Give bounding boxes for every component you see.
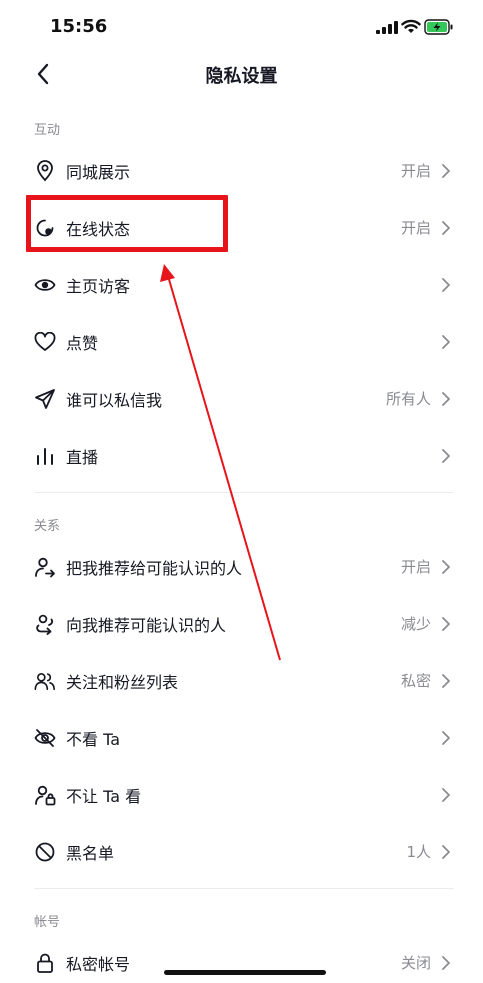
row-value: 开启	[400, 219, 431, 237]
section-header-account: 帐号	[34, 915, 61, 930]
navigation-bar: 隐私设置	[0, 56, 483, 92]
user-share-icon	[34, 556, 56, 578]
chevron-right-icon	[441, 220, 453, 236]
row-label: 同城展示	[66, 162, 131, 182]
home-indicator[interactable]	[164, 970, 326, 975]
setting-row-live[interactable]: 直播	[0, 427, 483, 484]
chevron-right-icon	[441, 955, 453, 971]
setting-row-likes[interactable]: 点赞	[0, 313, 483, 370]
setting-row-blacklist[interactable]: 黑名单 1人	[0, 823, 483, 880]
row-label: 谁可以私信我	[66, 390, 163, 410]
setting-row-same-city[interactable]: 同城展示 开启	[0, 142, 483, 199]
section-divider	[34, 888, 454, 889]
paper-plane-icon	[34, 388, 56, 410]
eye-off-icon	[34, 727, 56, 749]
chevron-right-icon	[441, 277, 453, 293]
chevron-right-icon	[441, 448, 453, 464]
setting-row-homepage-visitors[interactable]: 主页访客	[0, 256, 483, 313]
row-label: 不看 Ta	[66, 729, 121, 749]
row-value: 1人	[406, 843, 431, 861]
privacy-settings-screen: 15:56 隐私设置 互动 同城展示 开启 在线状态 开启 主页访客 点赞 谁可…	[0, 0, 483, 983]
battery-charging-icon	[424, 19, 453, 35]
row-label: 主页访客	[66, 276, 131, 296]
row-label: 私密帐号	[66, 954, 131, 974]
setting-row-who-can-message[interactable]: 谁可以私信我 所有人	[0, 370, 483, 427]
page-title: 隐私设置	[205, 66, 278, 87]
section-divider	[34, 492, 454, 493]
recommend-loop-icon	[34, 613, 56, 635]
row-value: 所有人	[385, 390, 431, 408]
cellular-signal-icon	[376, 21, 398, 34]
row-label: 黑名单	[66, 843, 115, 863]
chevron-right-icon	[441, 673, 453, 689]
annotation-highlight-box	[26, 195, 228, 252]
row-value: 私密	[400, 672, 431, 690]
followers-icon	[34, 670, 56, 692]
row-value: 开启	[400, 162, 431, 180]
setting-row-private-account[interactable]: 私密帐号 关闭	[0, 934, 483, 983]
lock-icon	[34, 952, 56, 974]
chevron-right-icon	[441, 730, 453, 746]
setting-row-recommend-to-me[interactable]: 向我推荐可能认识的人 减少	[0, 595, 483, 652]
chevron-right-icon	[441, 616, 453, 632]
row-value: 开启	[400, 558, 431, 576]
row-label: 关注和粉丝列表	[66, 672, 179, 692]
chevron-right-icon	[441, 391, 453, 407]
section-header-interaction: 互动	[34, 123, 61, 138]
setting-row-recommend-me[interactable]: 把我推荐给可能认识的人 开启	[0, 538, 483, 595]
eye-icon	[34, 274, 56, 296]
status-bar: 15:56	[0, 0, 483, 56]
row-value: 减少	[400, 615, 431, 633]
row-label: 点赞	[66, 333, 99, 353]
block-icon	[34, 841, 56, 863]
chevron-right-icon	[441, 559, 453, 575]
section-header-relationships: 关系	[34, 519, 61, 534]
chevron-right-icon	[441, 163, 453, 179]
row-label: 直播	[66, 447, 99, 467]
live-bars-icon	[34, 445, 56, 467]
heart-icon	[34, 331, 56, 353]
row-value: 关闭	[400, 954, 431, 972]
row-label: 把我推荐给可能认识的人	[66, 558, 243, 578]
setting-row-follow-fans-list[interactable]: 关注和粉丝列表 私密	[0, 652, 483, 709]
status-time: 15:56	[50, 16, 108, 37]
row-label: 不让 Ta 看	[66, 786, 142, 806]
location-pin-icon	[34, 159, 56, 182]
setting-row-dont-see-ta[interactable]: 不看 Ta	[0, 709, 483, 766]
wifi-icon	[401, 19, 421, 33]
chevron-right-icon	[441, 334, 453, 350]
setting-row-hide-from-ta[interactable]: 不让 Ta 看	[0, 766, 483, 823]
row-label: 向我推荐可能认识的人	[66, 615, 227, 635]
chevron-right-icon	[441, 787, 453, 803]
user-lock-icon	[34, 784, 56, 806]
chevron-right-icon	[441, 844, 453, 860]
